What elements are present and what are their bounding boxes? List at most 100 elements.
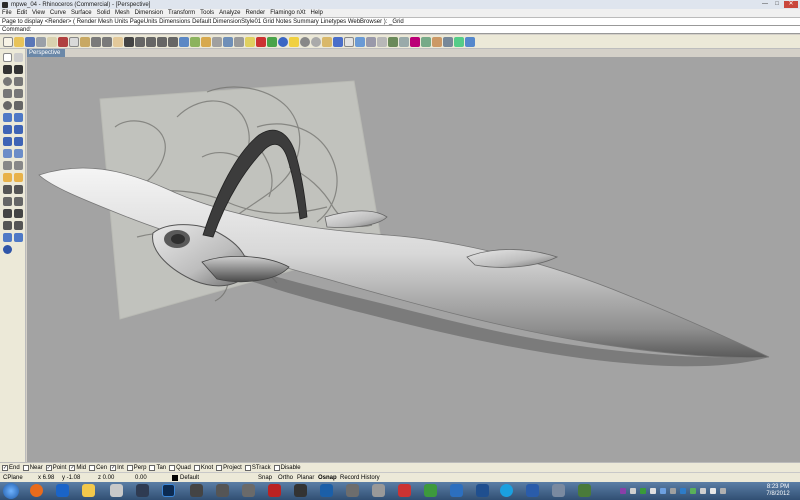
app4-icon[interactable] <box>242 484 255 497</box>
app10-icon[interactable] <box>398 484 411 497</box>
maximize-button[interactable]: □ <box>772 1 782 8</box>
osnap-quad[interactable]: Quad <box>169 464 191 471</box>
app11-icon[interactable] <box>424 484 437 497</box>
menu-solid[interactable]: Solid <box>97 10 110 16</box>
select-icon[interactable] <box>212 36 222 47</box>
material-sphere-icon[interactable] <box>278 36 288 47</box>
help-icon[interactable] <box>355 36 365 47</box>
undo-icon[interactable] <box>91 36 101 47</box>
menu-view[interactable]: View <box>32 10 45 16</box>
surface-tools-icon[interactable] <box>377 36 387 47</box>
menu-analyze[interactable]: Analyze <box>219 10 240 16</box>
transform-tools-icon[interactable] <box>421 36 431 47</box>
solid-tools-icon[interactable] <box>410 36 420 47</box>
app3-icon[interactable] <box>216 484 229 497</box>
scale-icon[interactable] <box>14 221 23 230</box>
app-icon[interactable] <box>136 484 149 497</box>
import-icon[interactable] <box>47 36 57 47</box>
app6-icon[interactable] <box>294 484 307 497</box>
polyline-icon[interactable] <box>3 65 12 74</box>
new-file-icon[interactable] <box>3 36 13 47</box>
tray-icon-7[interactable] <box>680 488 686 494</box>
osnap-disable-checkbox[interactable] <box>273 464 280 471</box>
analyze-icon[interactable] <box>333 36 343 47</box>
tray-icon-4[interactable] <box>650 488 656 494</box>
osnap-int-checkbox[interactable]: ✓ <box>110 464 117 471</box>
dimension-tool-icon[interactable] <box>14 161 23 170</box>
word-icon[interactable] <box>56 484 69 497</box>
tray-volume-icon[interactable] <box>710 488 716 494</box>
osnap-mid[interactable]: ✓ Mid <box>69 464 86 471</box>
cplane-icon[interactable] <box>190 36 200 47</box>
offset-icon[interactable] <box>14 197 23 206</box>
status-cplane[interactable]: CPlane <box>3 475 23 481</box>
drafting-icon[interactable] <box>443 36 453 47</box>
menu-surface[interactable]: Surface <box>71 10 92 16</box>
minimize-button[interactable]: — <box>760 1 770 8</box>
tray-icon-2[interactable] <box>630 488 636 494</box>
mesh-icon[interactable] <box>3 149 12 158</box>
dimension-icon[interactable] <box>432 36 442 47</box>
lock-icon[interactable] <box>245 36 255 47</box>
save-icon[interactable] <box>25 36 35 47</box>
osnap-point[interactable]: ✓ Point <box>45 464 66 471</box>
menu-tools[interactable]: Tools <box>200 10 214 16</box>
select-arrow-icon[interactable] <box>3 53 12 62</box>
osnap-project[interactable]: Project <box>216 464 242 471</box>
trim-icon[interactable] <box>3 185 12 194</box>
polysurface-icon[interactable] <box>14 149 23 158</box>
osnap-knot[interactable]: Knot <box>193 464 213 471</box>
app13-icon[interactable] <box>476 484 489 497</box>
sphere-icon[interactable] <box>14 125 23 134</box>
app15-icon[interactable] <box>552 484 565 497</box>
menu-file[interactable]: File <box>2 10 12 16</box>
curve-tools-icon[interactable] <box>399 36 409 47</box>
osnap-icon[interactable] <box>322 36 332 47</box>
osnap-strack-checkbox[interactable] <box>244 464 251 471</box>
osnap-disable[interactable]: Disable <box>273 464 301 471</box>
ellipse-icon[interactable] <box>3 101 12 110</box>
rhino-app-icon[interactable] <box>2 1 8 8</box>
tray-network-icon[interactable] <box>700 488 706 494</box>
zoom-extents-icon[interactable] <box>157 36 167 47</box>
status-snap[interactable]: Snap <box>258 475 272 481</box>
tray-icon-3[interactable] <box>640 488 646 494</box>
redo-icon[interactable] <box>102 36 112 47</box>
camera-icon[interactable] <box>201 36 211 47</box>
grid-icon[interactable] <box>223 36 233 47</box>
revolve-icon[interactable] <box>14 137 23 146</box>
firefox-icon[interactable] <box>30 484 43 497</box>
viewport-tab-perspective[interactable]: Perspective <box>27 49 65 57</box>
osnap-near[interactable]: Near <box>22 464 43 471</box>
rotate-icon[interactable] <box>3 221 12 230</box>
menu-help[interactable]: Help <box>311 10 323 16</box>
command-input[interactable] <box>33 26 800 33</box>
fillet-icon[interactable] <box>3 197 12 206</box>
status-planar[interactable]: Planar <box>297 475 314 481</box>
photoshop-icon[interactable] <box>162 484 175 497</box>
pan-hand-icon[interactable] <box>113 36 123 47</box>
polygon-icon[interactable] <box>14 89 23 98</box>
app9-icon[interactable] <box>372 484 385 497</box>
copy-icon[interactable] <box>69 36 79 47</box>
light-icon[interactable] <box>289 36 299 47</box>
explode-icon[interactable] <box>14 173 23 182</box>
loft-icon[interactable] <box>14 113 23 122</box>
status-record-history[interactable]: Record History <box>340 475 380 481</box>
menu-mesh[interactable]: Mesh <box>115 10 130 16</box>
view-layout-icon[interactable] <box>179 36 189 47</box>
close-button[interactable]: ✕ <box>784 1 798 8</box>
osnap-perp-checkbox[interactable] <box>126 464 133 471</box>
tray-icon-8[interactable] <box>690 488 696 494</box>
move-icon[interactable] <box>3 209 12 218</box>
perspective-viewport[interactable] <box>27 57 800 462</box>
tray-onenote-icon[interactable] <box>620 488 626 494</box>
app8-icon[interactable] <box>346 484 359 497</box>
osnap-knot-checkbox[interactable] <box>193 464 200 471</box>
osnap-end[interactable]: ✓ End <box>2 464 20 471</box>
media-icon[interactable] <box>110 484 123 497</box>
tray-icon-5[interactable] <box>660 488 666 494</box>
point-icon[interactable] <box>14 53 23 62</box>
app16-icon[interactable] <box>578 484 591 497</box>
zoom-selected-icon[interactable] <box>168 36 178 47</box>
